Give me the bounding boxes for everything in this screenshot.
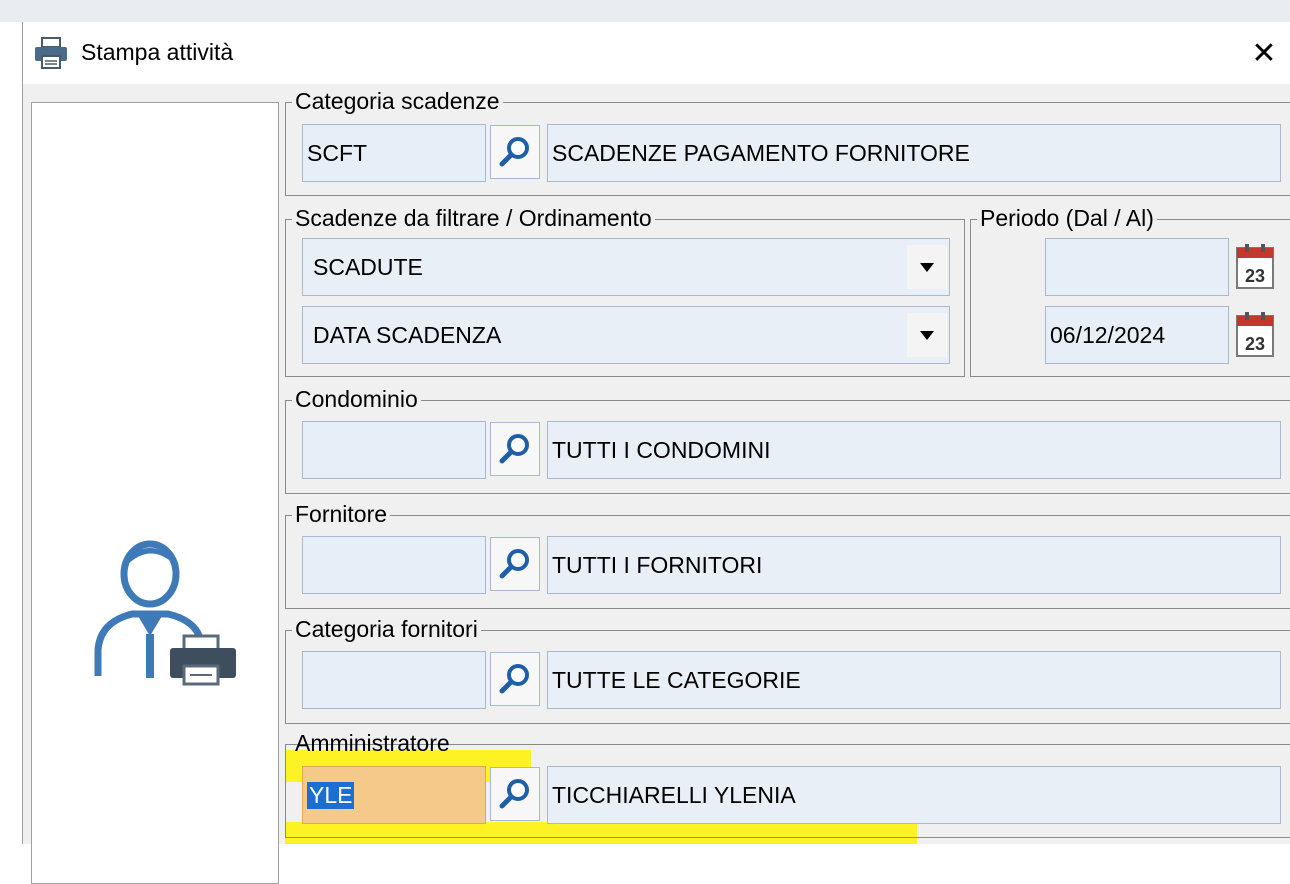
svg-text:23: 23 — [1245, 266, 1265, 286]
periodo-al-field[interactable]: 06/12/2024 — [1045, 306, 1229, 364]
group-legend: Categoria scadenze — [292, 88, 503, 114]
scadenze-filter-select[interactable]: SCADUTE — [302, 238, 950, 296]
group-legend: Condominio — [292, 386, 421, 412]
condominio-code-field[interactable] — [302, 421, 486, 479]
categoria-scadenze-description: SCADENZE PAGAMENTO FORNITORE — [547, 124, 1281, 182]
amministratore-code-field[interactable]: YLE — [302, 766, 486, 824]
search-icon — [499, 779, 529, 809]
categoria-scadenze-lookup-button[interactable] — [490, 125, 540, 179]
categoria-fornitori-code-field[interactable] — [302, 651, 486, 709]
printer-icon — [35, 37, 67, 69]
search-icon — [499, 434, 529, 464]
group-legend: Categoria fornitori — [292, 616, 481, 642]
fornitore-description: TUTTI I FORNITORI — [547, 536, 1281, 594]
dialog-window: Stampa attività ✕ Categoria scadenze SCF… — [22, 22, 1290, 884]
calendar-dal-button[interactable]: 23 — [1235, 242, 1275, 290]
amministratore-description: TICCHIARELLI YLENIA — [547, 766, 1281, 824]
select-value: DATA SCADENZA — [313, 321, 502, 348]
group-legend: Fornitore — [292, 501, 391, 527]
select-value: SCADUTE — [313, 253, 423, 280]
fornitore-code-field[interactable] — [302, 536, 486, 594]
title-bar[interactable]: Stampa attività ✕ — [23, 22, 1290, 84]
fornitore-lookup-button[interactable] — [490, 537, 540, 591]
condominio-lookup-button[interactable] — [490, 422, 540, 476]
search-icon — [499, 664, 529, 694]
periodo-dal-field[interactable] — [1045, 238, 1229, 296]
background-strip — [0, 0, 1290, 22]
user-printer-icon — [94, 540, 236, 686]
search-icon — [499, 137, 529, 167]
dropdown-arrow-icon[interactable] — [907, 313, 947, 357]
dropdown-arrow-icon[interactable] — [907, 245, 947, 289]
svg-text:23: 23 — [1245, 334, 1265, 354]
calendar-icon: 23 — [1236, 312, 1274, 357]
categoria-fornitori-lookup-button[interactable] — [490, 652, 540, 706]
group-legend: Amministratore — [295, 730, 450, 756]
group-legend: Periodo (Dal / Al) — [977, 205, 1157, 231]
search-icon — [499, 549, 529, 579]
categoria-scadenze-code-field[interactable]: SCFT — [302, 124, 486, 182]
left-panel — [31, 102, 279, 884]
selected-text: YLE — [307, 781, 355, 809]
close-icon: ✕ — [1251, 36, 1277, 70]
categoria-fornitori-description: TUTTE LE CATEGORIE — [547, 651, 1281, 709]
ordinamento-select[interactable]: DATA SCADENZA — [302, 306, 950, 364]
close-button[interactable]: ✕ — [1241, 30, 1287, 76]
amministratore-lookup-button[interactable] — [490, 767, 540, 821]
window-title: Stampa attività — [81, 39, 234, 65]
calendar-icon: 23 — [1236, 244, 1274, 289]
condominio-description: TUTTI I CONDOMINI — [547, 421, 1281, 479]
group-legend: Scadenze da filtrare / Ordinamento — [292, 205, 655, 231]
calendar-al-button[interactable]: 23 — [1235, 310, 1275, 358]
